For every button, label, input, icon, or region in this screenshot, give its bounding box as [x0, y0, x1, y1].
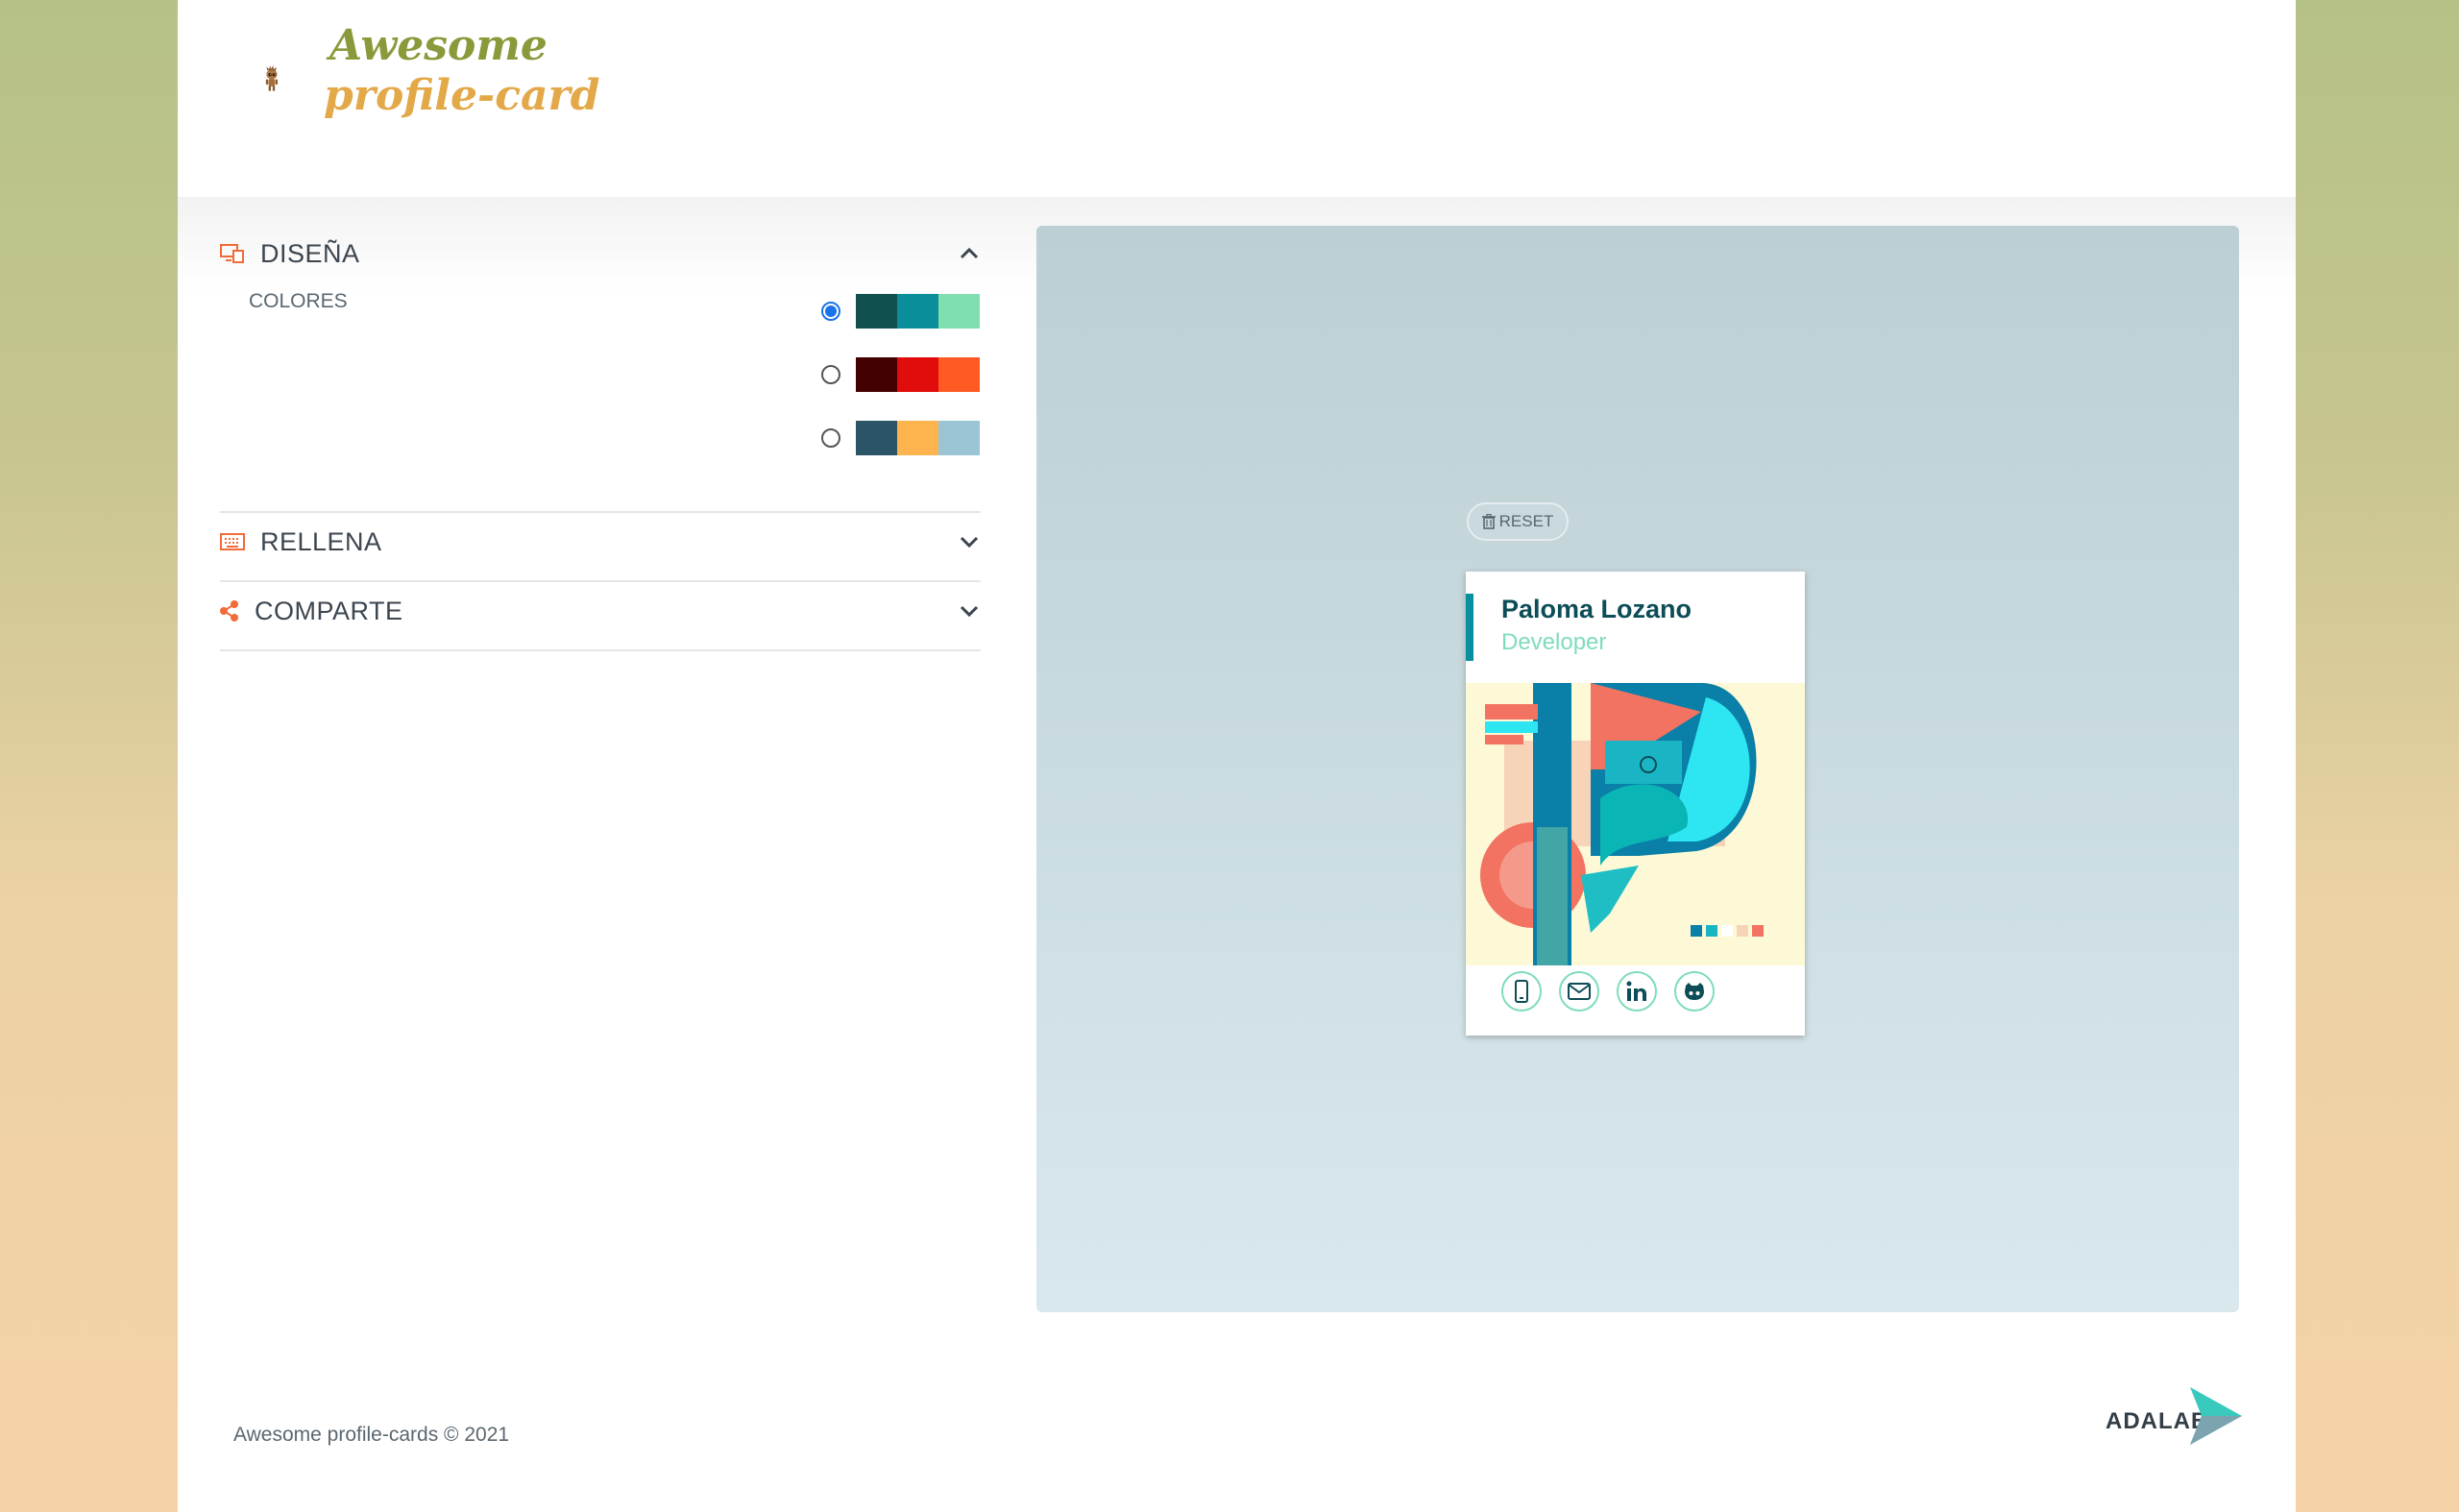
swatch: [938, 294, 980, 329]
section-design-header[interactable]: DISEÑA: [220, 221, 981, 286]
palette-option-1[interactable]: [821, 294, 980, 329]
swatch: [938, 421, 980, 455]
trash-icon: [1481, 514, 1496, 529]
section-share-title: COMPARTE: [255, 596, 403, 625]
card-name: Paloma Lozano: [1501, 595, 1692, 623]
social-links: [1501, 971, 1732, 1012]
logo-line-1: Awesome: [329, 21, 548, 70]
palette-option-3[interactable]: [821, 421, 980, 455]
keyboard-icon: [220, 531, 245, 552]
reset-button[interactable]: RESET: [1467, 502, 1569, 541]
header: Awesome profile-card: [178, 0, 2296, 197]
profile-card: Paloma Lozano Developer: [1466, 572, 1805, 1036]
design-icon: [220, 243, 245, 264]
card-accent-bar: [1466, 594, 1473, 661]
mail-icon[interactable]: [1559, 971, 1599, 1012]
divider: [220, 649, 981, 651]
section-fill-title: RELLENA: [260, 526, 382, 556]
adalab-arrow-icon: [2190, 1387, 2242, 1445]
logo-text[interactable]: Awesome profile-card: [324, 21, 600, 121]
card-job: Developer: [1501, 629, 1607, 655]
section-share-header[interactable]: COMPARTE: [220, 578, 981, 644]
adalab-logo[interactable]: ADALAB: [2106, 1387, 2250, 1447]
swatch: [897, 294, 938, 329]
colors-label: COLORES: [249, 290, 348, 312]
logo-line-2: profile-card: [324, 71, 600, 120]
swatch: [856, 421, 897, 455]
section-fill-header[interactable]: RELLENA: [220, 509, 981, 574]
chevron-down-icon[interactable]: [958, 599, 981, 622]
swatch: [856, 294, 897, 329]
swatch: [897, 421, 938, 455]
palette-radio-2[interactable]: [821, 365, 840, 384]
palette-radio-1[interactable]: [821, 302, 840, 321]
linkedin-icon[interactable]: [1617, 971, 1657, 1012]
github-icon[interactable]: [1674, 971, 1715, 1012]
palette-option-2[interactable]: [821, 357, 980, 392]
reset-label: RESET: [1498, 512, 1554, 530]
swatch: [897, 357, 938, 392]
swatch: [856, 357, 897, 392]
card-profile-image: [1466, 683, 1805, 965]
section-design-title: DISEÑA: [260, 238, 360, 268]
footer-copyright: Awesome profile-cards © 2021: [233, 1424, 510, 1446]
share-icon: [220, 600, 239, 622]
swatch: [938, 357, 980, 392]
page: Awesome profile-card DISEÑA COLORES RELL…: [178, 0, 2296, 1512]
chevron-up-icon[interactable]: [958, 242, 981, 265]
chevron-down-icon[interactable]: [958, 530, 981, 553]
card-preview-area: RESET Paloma Lozano Developer: [1036, 226, 2239, 1312]
phone-icon[interactable]: [1501, 971, 1542, 1012]
groot-icon[interactable]: [264, 21, 331, 136]
palette-radio-3[interactable]: [821, 428, 840, 448]
